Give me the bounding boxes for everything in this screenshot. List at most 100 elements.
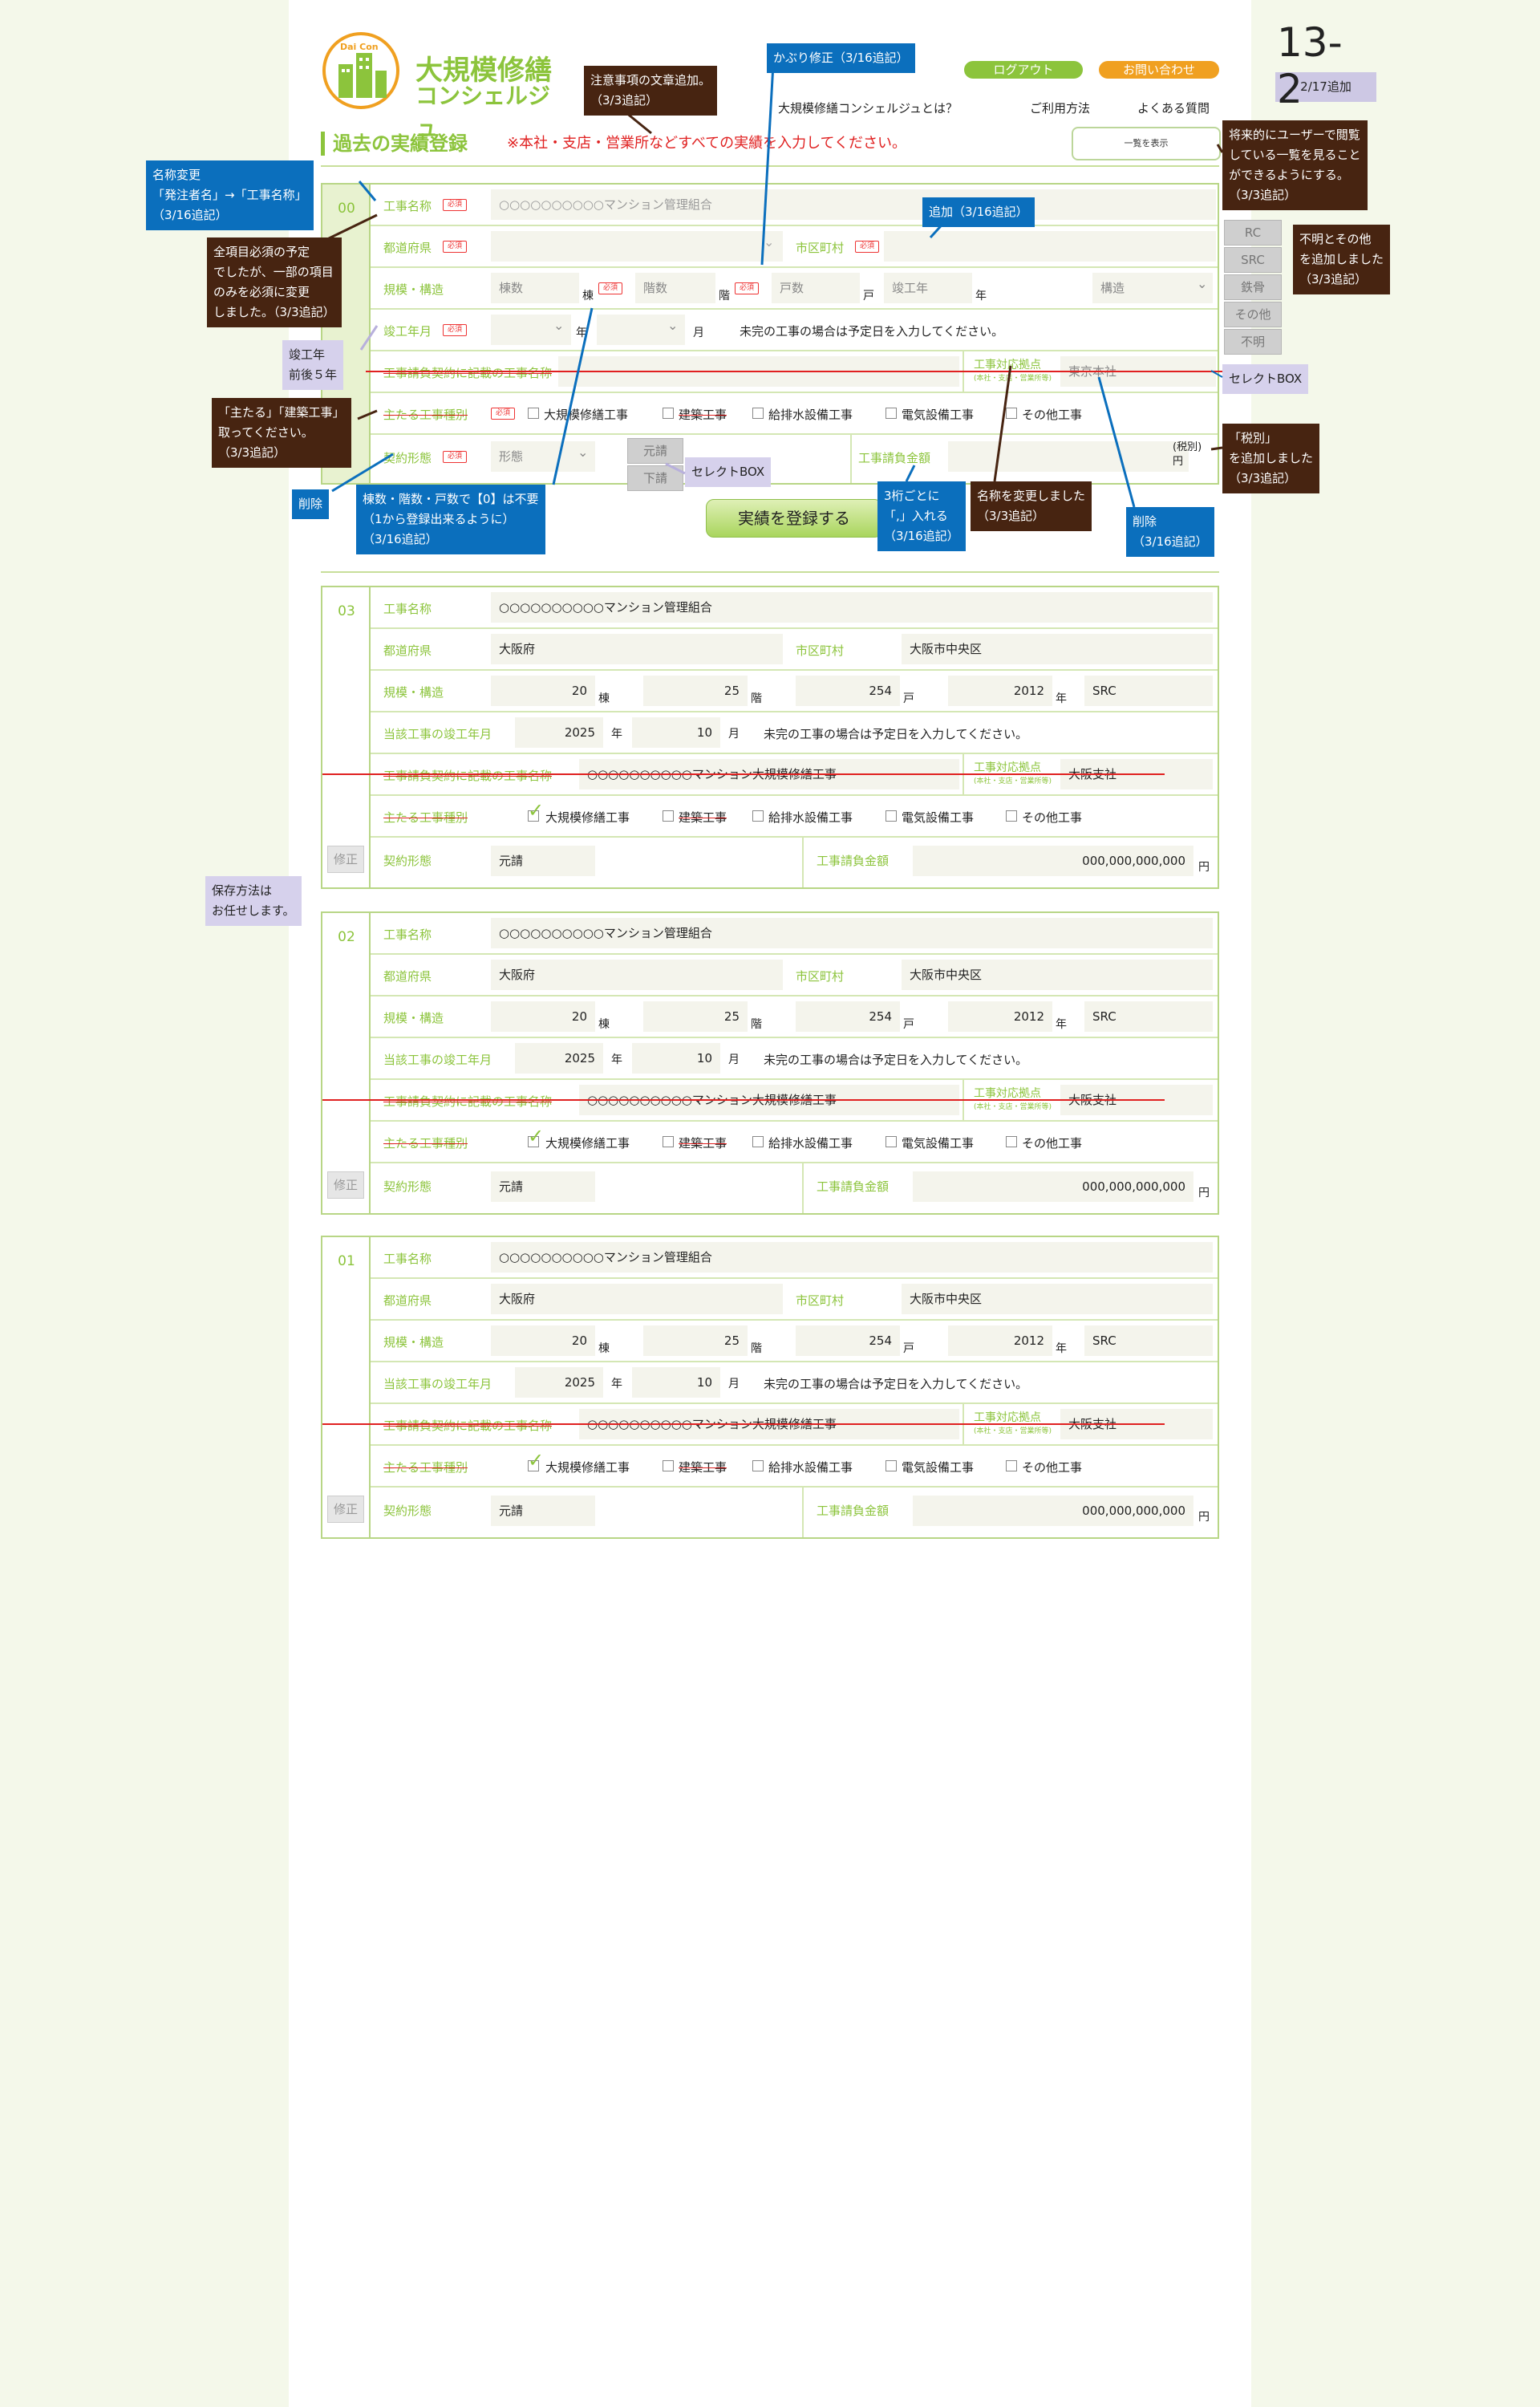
work-name-label: 工事名称 xyxy=(383,927,432,942)
contract-type-value: 元請 xyxy=(491,1171,595,1202)
row-completion: 当該工事の竣工年月 2025 年 10 月 未完の工事の場合は予定日を入力してく… xyxy=(371,1362,1218,1404)
checkbox-building[interactable] xyxy=(663,1136,674,1147)
office-label: 工事対応拠点 xyxy=(974,1411,1041,1424)
completion-year-unit: 年 xyxy=(611,1053,622,1066)
completion-note: 未完の工事の場合は予定日を入力してください。 xyxy=(764,727,1028,741)
city-label: 市区町村 xyxy=(796,1293,845,1308)
record-panel: 02 修正 工事名称 ○○○○○○○○○○マンション管理組合 都道府県 大阪府 … xyxy=(321,911,1219,1215)
checkbox-plumbing[interactable] xyxy=(752,810,764,822)
strike-line xyxy=(322,773,1165,775)
work-types-label: 主たる工事種別 xyxy=(383,810,468,825)
yen-unit: 円 xyxy=(1198,861,1210,874)
row-location: 都道府県 大阪府 市区町村 大阪市中央区 xyxy=(371,629,1218,671)
row-work-types: 主たる工事種別 ✓ 大規模修繕工事 建築工事 給排水設備工事 電気設備工事 その… xyxy=(371,1446,1218,1488)
type-building: 建築工事 xyxy=(679,1136,727,1151)
type-other: その他工事 xyxy=(1022,1460,1083,1475)
type-major-repair: 大規模修繕工事 xyxy=(545,1136,630,1151)
built-year-unit: 年 xyxy=(1056,692,1067,705)
strike-line xyxy=(322,1099,1165,1101)
contract-name-label: 工事請負契約に記載の工事名称 xyxy=(383,769,553,783)
row-location: 都道府県 大阪府 市区町村 大阪市中央区 xyxy=(371,955,1218,996)
completion-year-unit: 年 xyxy=(611,728,622,741)
checkmark-icon: ✓ xyxy=(528,1449,545,1471)
type-building: 建築工事 xyxy=(679,1460,727,1475)
completion-month-value: 10 xyxy=(632,1367,720,1398)
work-name-label: 工事名称 xyxy=(383,602,432,616)
checkbox-other[interactable] xyxy=(1006,1136,1017,1147)
checkbox-building[interactable] xyxy=(663,810,674,822)
type-plumbing: 給排水設備工事 xyxy=(768,1460,853,1475)
checkmark-icon: ✓ xyxy=(528,1125,545,1147)
office-sublabel: (本社・支店・営業所等) xyxy=(974,777,1052,785)
office-label: 工事対応拠点 xyxy=(974,1087,1041,1100)
edit-button[interactable]: 修正 xyxy=(327,1496,364,1523)
yen-unit: 円 xyxy=(1198,1511,1210,1524)
units-value: 254 xyxy=(796,676,900,706)
contract-type-value: 元請 xyxy=(491,1496,595,1526)
floors-value: 25 xyxy=(643,676,748,706)
scale-label: 規模・構造 xyxy=(383,1335,444,1350)
floors-value: 25 xyxy=(643,1325,748,1356)
type-plumbing: 給排水設備工事 xyxy=(768,1136,853,1151)
row-contract: 契約形態 元請 工事請負金額 000,000,000,000 円 xyxy=(371,1163,1218,1213)
work-name-value: ○○○○○○○○○○マンション管理組合 xyxy=(491,1242,1213,1273)
completion-note: 未完の工事の場合は予定日を入力してください。 xyxy=(764,1377,1028,1391)
page-number: 13-2 xyxy=(1277,19,1343,112)
pref-value: 大阪府 xyxy=(491,960,783,990)
record-panel: 03 修正 工事名称 ○○○○○○○○○○マンション管理組合 都道府県 大阪府 … xyxy=(321,586,1219,889)
completion-month-unit: 月 xyxy=(728,728,740,741)
checkbox-other[interactable] xyxy=(1006,810,1017,822)
amount-value: 000,000,000,000 xyxy=(913,1496,1194,1526)
contract-type-value: 元請 xyxy=(491,846,595,876)
office-sublabel: (本社・支店・営業所等) xyxy=(974,1103,1052,1111)
row-work-name: 工事名称 ○○○○○○○○○○マンション管理組合 xyxy=(371,587,1218,629)
amount-value: 000,000,000,000 xyxy=(913,1171,1194,1202)
checkbox-electrical[interactable] xyxy=(886,1136,897,1147)
completion-label: 当該工事の竣工年月 xyxy=(383,727,492,741)
structure-value: SRC xyxy=(1084,1325,1213,1356)
completion-month-value: 10 xyxy=(632,1043,720,1074)
row-work-types: 主たる工事種別 ✓ 大規模修繕工事 建築工事 給排水設備工事 電気設備工事 その… xyxy=(371,1122,1218,1163)
completion-month-value: 10 xyxy=(632,717,720,748)
edit-button[interactable]: 修正 xyxy=(327,1171,364,1199)
completion-year-value: 2025 xyxy=(515,1367,603,1398)
city-value: 大阪市中央区 xyxy=(902,960,1213,990)
edit-button[interactable]: 修正 xyxy=(327,846,364,873)
built-year-unit: 年 xyxy=(1056,1018,1067,1031)
work-name-value: ○○○○○○○○○○マンション管理組合 xyxy=(491,918,1213,948)
office-label: 工事対応拠点 xyxy=(974,761,1041,774)
buildings-unit: 棟 xyxy=(598,1342,610,1355)
completion-month-unit: 月 xyxy=(728,1053,740,1066)
divider-vertical xyxy=(802,1163,804,1213)
checkbox-plumbing[interactable] xyxy=(752,1136,764,1147)
divider-vertical xyxy=(962,1404,964,1446)
checkbox-building[interactable] xyxy=(663,1460,674,1471)
type-plumbing: 給排水設備工事 xyxy=(768,810,853,825)
record-number: 03 xyxy=(338,603,355,619)
row-work-types: 主たる工事種別 ✓ 大規模修繕工事 建築工事 給排水設備工事 電気設備工事 その… xyxy=(371,796,1218,838)
row-contract-name: 工事請負契約に記載の工事名称 ○○○○○○○○○○マンション大規模修繕工事 工事… xyxy=(322,754,1218,796)
completion-label: 当該工事の竣工年月 xyxy=(383,1053,492,1067)
contract-name-label: 工事請負契約に記載の工事名称 xyxy=(383,1419,553,1433)
checkbox-other[interactable] xyxy=(1006,1460,1017,1471)
type-electrical: 電気設備工事 xyxy=(902,810,975,825)
office-sublabel: (本社・支店・営業所等) xyxy=(974,1427,1052,1435)
row-scale: 規模・構造 20 棟 25 階 254 戸 2012 年 SRC xyxy=(371,671,1218,712)
row-scale: 規模・構造 20 棟 25 階 254 戸 2012 年 SRC xyxy=(371,996,1218,1038)
built-year-value: 2012 xyxy=(948,676,1052,706)
row-work-name: 工事名称 ○○○○○○○○○○マンション管理組合 xyxy=(371,1237,1218,1279)
annotation-pointers-left xyxy=(323,181,394,493)
units-value: 254 xyxy=(796,1001,900,1032)
record-panel: 01 修正 工事名称 ○○○○○○○○○○マンション管理組合 都道府県 大阪府 … xyxy=(321,1236,1219,1539)
built-year-value: 2012 xyxy=(948,1325,1052,1356)
units-unit: 戸 xyxy=(903,692,914,705)
annotation-unknown: 不明とその他 を追加しました （3/3追記） xyxy=(1293,225,1391,294)
divider-vertical xyxy=(802,1488,804,1537)
checkbox-electrical[interactable] xyxy=(886,810,897,822)
buildings-value: 20 xyxy=(491,676,595,706)
checkbox-plumbing[interactable] xyxy=(752,1460,764,1471)
work-types-label: 主たる工事種別 xyxy=(383,1136,468,1151)
annotation-save: 保存方法は お任せします。 xyxy=(205,876,302,926)
row-completion: 当該工事の竣工年月 2025 年 10 月 未完の工事の場合は予定日を入力してく… xyxy=(371,1038,1218,1080)
checkbox-electrical[interactable] xyxy=(886,1460,897,1471)
